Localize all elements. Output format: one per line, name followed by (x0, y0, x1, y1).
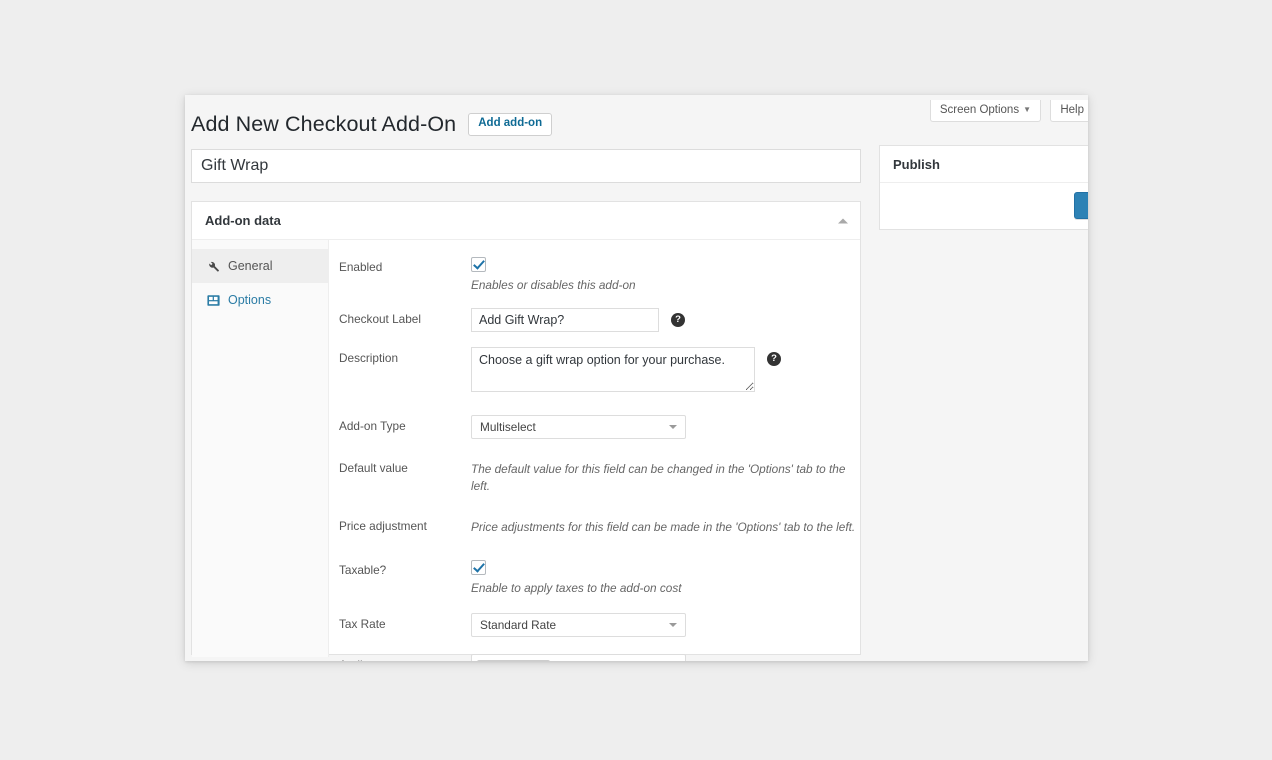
description-textarea[interactable] (471, 347, 755, 393)
postbox-body: General Options Enabled Enables or disab… (192, 240, 860, 661)
tab-options[interactable]: Options (192, 283, 328, 317)
tax-rate-label: Tax Rate (339, 617, 386, 632)
collapse-triangle-icon[interactable] (838, 218, 848, 223)
enabled-description: Enables or disables this add-on (471, 278, 636, 292)
grid-icon (206, 293, 220, 307)
addon-data-postbox: Add-on data General Options Enabled Enab… (191, 201, 861, 661)
page-title: Add New Checkout Add-On (191, 112, 457, 136)
addon-type-select[interactable]: Multiselect (471, 415, 686, 440)
field-row-attributes: Attributes × Required (339, 654, 860, 661)
field-row-tax-rate: Tax Rate Standard Rate (339, 613, 860, 638)
field-row-enabled: Enabled Enables or disables this add-on (339, 256, 860, 294)
addon-title-input[interactable] (191, 149, 861, 183)
add-addon-button[interactable]: Add add-on (468, 113, 553, 136)
price-adjustment-label: Price adjustment (339, 519, 427, 534)
field-row-checkout-label: Checkout Label ? (339, 308, 860, 333)
checkout-label-input[interactable] (471, 308, 659, 333)
field-row-addon-type: Add-on Type Multiselect (339, 415, 860, 440)
field-row-taxable: Taxable? Enable to apply taxes to the ad… (339, 559, 860, 597)
general-tab-form: Enabled Enables or disables this add-on … (329, 240, 860, 661)
postbox-title: Add-on data (205, 213, 281, 228)
create-button[interactable]: Create (1074, 192, 1088, 219)
publish-box-title: Publish (880, 146, 1088, 183)
publish-box: Publish Create (879, 145, 1088, 230)
tab-general-label: General (228, 259, 273, 273)
description-label: Description (339, 351, 399, 366)
enabled-label: Enabled (339, 260, 383, 274)
tax-rate-value: Standard Rate (480, 618, 557, 633)
help-tip-icon[interactable]: ? (671, 313, 685, 328)
attributes-label: Attributes (339, 654, 471, 661)
price-adjustment-description: Price adjustments for this field can be … (471, 520, 856, 535)
default-value-description: The default value for this field can be … (471, 462, 846, 494)
addon-type-label: Add-on Type (339, 419, 406, 434)
taxable-checkbox[interactable] (471, 560, 486, 576)
attribute-tag: × Required (477, 659, 551, 661)
sidebar-column: Publish Create (879, 145, 1088, 230)
postbox-header: Add-on data (192, 202, 860, 240)
taxable-description: Enable to apply taxes to the add-on cost (471, 581, 682, 596)
chevron-down-icon (669, 623, 677, 628)
screen-options-button[interactable]: Screen Options ▼ (929, 100, 1041, 122)
help-tip-icon[interactable]: ? (767, 352, 781, 367)
checkout-label-label: Checkout Label (339, 312, 421, 327)
tab-options-label: Options (228, 293, 272, 307)
screenshot-stage: Screen Options ▼ Help Add New Checkout Ad… (0, 0, 1272, 760)
addon-data-tabs: General Options (192, 240, 329, 657)
field-row-price-adjustment: Price adjustment Price adjustments for t… (339, 515, 860, 539)
screen-options-label: Screen Options (939, 104, 1020, 116)
help-button[interactable]: Help (1050, 100, 1088, 122)
attributes-tag-input[interactable]: × Required (471, 654, 686, 661)
admin-page-card: Screen Options ▼ Help Add New Checkout Ad… (185, 95, 1088, 661)
page-header: Add New Checkout Add-On Add add-on (191, 112, 553, 137)
field-row-default-value: Default value The default value for this… (339, 457, 860, 495)
tab-general[interactable]: General (192, 249, 328, 283)
chevron-down-icon (669, 425, 677, 430)
wrench-icon (206, 259, 220, 273)
addon-type-value: Multiselect (480, 420, 536, 435)
default-value-label: Default value (339, 461, 408, 476)
publish-box-body: Create (880, 183, 1088, 229)
chevron-down-icon: ▼ (1023, 105, 1031, 114)
field-row-description: Description ? (339, 347, 860, 397)
enabled-checkbox[interactable] (471, 257, 486, 272)
tax-rate-select[interactable]: Standard Rate (471, 613, 686, 638)
taxable-label: Taxable? (339, 563, 387, 578)
